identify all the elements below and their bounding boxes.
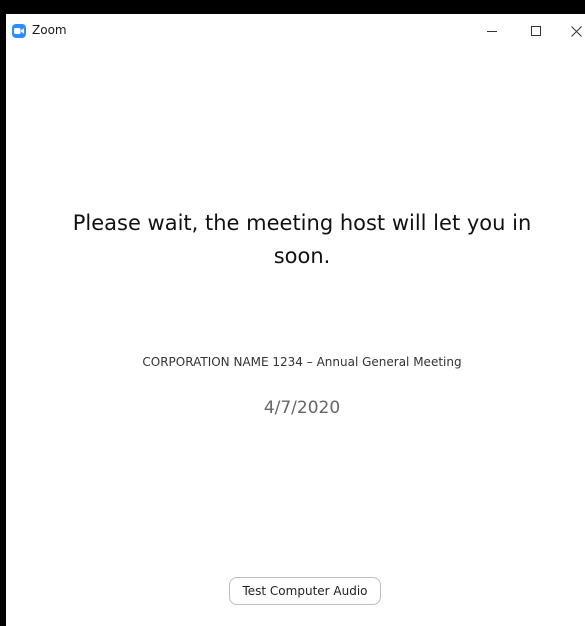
close-button[interactable] — [558, 14, 585, 48]
zoom-camera-icon — [12, 24, 26, 38]
meeting-date: 4/7/2020 — [263, 398, 341, 418]
zoom-waiting-room-window: Zoom Please wait, the meeting host will … — [6, 14, 585, 626]
maximize-icon — [531, 26, 541, 36]
test-computer-audio-button[interactable]: Test Computer Audio — [229, 577, 381, 605]
waiting-message: Please wait, the meeting host will let y… — [72, 211, 532, 268]
title-bar[interactable]: Zoom — [6, 14, 585, 48]
maximize-button[interactable] — [518, 14, 554, 48]
meeting-topic: CORPORATION NAME 1234 – Annual General M… — [142, 355, 462, 369]
window-title: Zoom — [32, 23, 67, 37]
close-icon — [570, 25, 582, 37]
minimize-button[interactable] — [474, 14, 510, 48]
minimize-icon — [487, 31, 497, 32]
